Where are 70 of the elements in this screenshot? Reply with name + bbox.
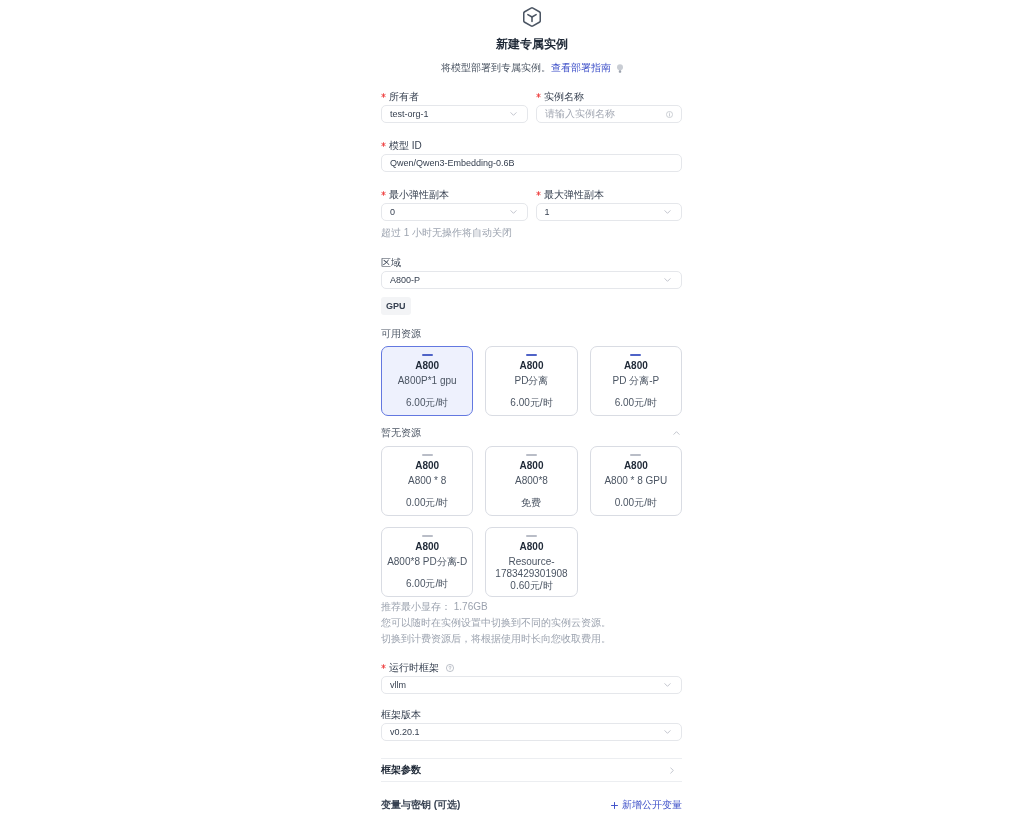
framework-params-row[interactable]: 框架参数 xyxy=(381,758,682,782)
card-title: A800 xyxy=(623,360,648,372)
field-label: 所有者 xyxy=(389,91,419,103)
card-name: Resource-1783429301908 xyxy=(494,556,569,580)
page-title: 新建专属实例 xyxy=(495,37,568,51)
framework-version-select[interactable]: v0.20.1 xyxy=(381,723,682,741)
chevron-down-icon xyxy=(664,278,671,282)
resource-card[interactable]: A800 PD 分离-P 6.00元/时 xyxy=(589,346,682,416)
chevron-down-icon xyxy=(664,683,671,687)
model-id-field[interactable]: Qwen/Qwen3-Embedding-0.6B xyxy=(381,154,682,172)
card-price: 6.00元/时 xyxy=(406,578,449,590)
info-icon xyxy=(666,110,673,118)
add-variable-link[interactable]: 新增公开变量 xyxy=(611,799,682,811)
card-title: A800 xyxy=(415,360,440,372)
card-name: A800 * 8 xyxy=(407,475,447,487)
card-price: 0.60元/时 xyxy=(510,580,553,592)
field-label: 运行时框架 xyxy=(389,662,439,674)
field-label: 框架版本 xyxy=(381,709,421,721)
card-name: PD 分离-P xyxy=(612,375,660,387)
card-title: A800 xyxy=(519,360,544,372)
resource-tab[interactable]: GPU xyxy=(381,297,411,315)
card-name: A800P*1 gpu xyxy=(397,375,457,387)
field-label: 实例名称 xyxy=(543,91,584,103)
max-replicas-select[interactable]: 1 xyxy=(535,203,682,221)
card-title: A800 xyxy=(415,541,440,553)
card-name: A800 * 8 GPU xyxy=(604,475,668,487)
plus-icon xyxy=(611,801,618,809)
variables-label: 变量与密钥 (可选) xyxy=(381,799,461,811)
chevron-down-icon xyxy=(664,730,671,734)
instance-name-field[interactable]: 请输入实例名称 xyxy=(535,105,682,123)
card-name: A800*8 PD分离-D xyxy=(387,556,468,568)
section-title: 可用资源 xyxy=(381,328,422,340)
subtitle-text: 将模型部署到专属实例。查看部署指南 xyxy=(440,61,611,75)
framework-params-label: 框架参数 xyxy=(381,764,421,776)
resource-note-text: 切换到计费资源后，将根据使用时长向您收取费用。 xyxy=(381,633,612,645)
card-title: A800 xyxy=(623,460,648,472)
resource-card[interactable]: A800 A800P*1 gpu 6.00元/时 xyxy=(381,346,474,416)
card-price: 6.00元/时 xyxy=(510,397,553,409)
card-price: 免费 xyxy=(521,497,542,509)
card-price: 6.00元/时 xyxy=(614,397,657,409)
deploy-guide-link[interactable]: 查看部署指南 xyxy=(550,62,611,73)
field-label: 最大弹性副本 xyxy=(543,189,604,201)
card-name: PD分离 xyxy=(514,375,549,387)
card-title: A800 xyxy=(519,460,544,472)
chevron-down-icon xyxy=(509,112,517,116)
chevron-right-icon xyxy=(670,766,674,774)
cube-icon xyxy=(522,7,541,27)
min-replicas-select[interactable]: 0 xyxy=(381,203,528,221)
resource-card[interactable]: A800 PD分离 6.00元/时 xyxy=(485,346,578,416)
region-select[interactable]: A800-P xyxy=(381,271,682,289)
card-price: 0.00元/时 xyxy=(406,497,449,509)
replica-hint-text: 超过 1 小时无操作将自动关闭 xyxy=(381,227,514,239)
card-name: A800*8 xyxy=(515,475,548,487)
chevron-up-icon[interactable] xyxy=(673,431,680,435)
runtime-framework-select[interactable]: vllm xyxy=(381,676,682,694)
chevron-down-icon xyxy=(664,210,671,214)
lightbulb-icon xyxy=(616,63,623,73)
card-price: 0.00元/时 xyxy=(614,497,657,509)
resource-note-text: 推荐最小显存： 1.76GB xyxy=(381,601,489,613)
section-title: 暂无资源 xyxy=(381,427,421,439)
help-icon[interactable] xyxy=(446,664,454,672)
chevron-down-icon xyxy=(509,210,517,214)
field-label: 区域 xyxy=(381,257,401,269)
owner-select[interactable]: test-org-1 xyxy=(381,105,528,123)
resource-note-text: 您可以随时在实例设置中切换到不同的实例云资源。 xyxy=(381,617,612,629)
card-price: 6.00元/时 xyxy=(406,397,449,409)
field-label: 最小弹性副本 xyxy=(389,189,449,201)
field-label: 模型 ID xyxy=(389,140,422,152)
card-title: A800 xyxy=(415,460,440,472)
card-title: A800 xyxy=(519,541,544,553)
